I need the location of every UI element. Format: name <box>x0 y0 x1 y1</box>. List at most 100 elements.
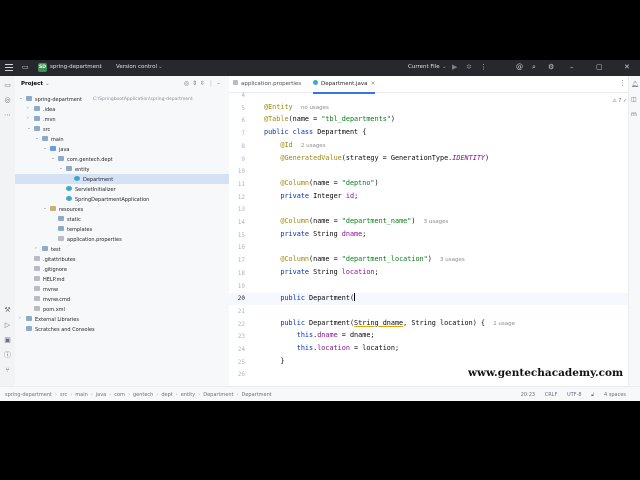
chevron-down-icon[interactable]: ⌄ <box>19 96 23 101</box>
git-icon[interactable]: ⑂ <box>3 366 12 375</box>
notifications-icon[interactable]: 🔔︎ <box>631 81 639 88</box>
code-line[interactable]: private Integer id; <box>264 192 358 204</box>
tree-item[interactable]: › .mvn <box>15 114 229 124</box>
breadcrumb-item[interactable]: com <box>114 392 125 398</box>
code-line[interactable]: private String dname; <box>264 230 366 242</box>
code-line[interactable]: } <box>264 357 284 369</box>
breadcrumb-item[interactable]: src <box>60 392 67 398</box>
chevron-down-icon[interactable]: ⌄ <box>27 126 31 131</box>
folder-icon[interactable]: ▭ <box>3 81 12 90</box>
more-icon[interactable]: ⋮ <box>208 80 217 87</box>
chevron-right-icon[interactable]: › <box>35 246 37 251</box>
chevron-right-icon[interactable]: › <box>27 106 29 111</box>
tree-item[interactable]: templates <box>15 224 229 234</box>
tree-item[interactable]: .gitignore <box>15 264 229 274</box>
project-panel-title[interactable]: Project ⌄ <box>21 81 50 87</box>
file-encoding[interactable]: UTF-8 <box>567 392 582 398</box>
debug-icon[interactable]: ✲ <box>466 63 472 71</box>
more-tabs-icon[interactable]: ⋮ <box>619 79 626 87</box>
tree-item[interactable]: application.properties <box>15 234 229 244</box>
tree-item[interactable]: ServletInitializer <box>15 184 229 194</box>
search-icon[interactable]: ⌕ <box>532 63 536 72</box>
chevron-down-icon[interactable]: ⌄ <box>43 206 47 211</box>
tree-item[interactable]: pom.xml <box>15 304 229 314</box>
more-actions-icon[interactable]: ⋮ <box>480 63 487 71</box>
run-icon[interactable]: ▷ <box>3 321 12 330</box>
tree-item[interactable]: Scratches and Consoles <box>15 324 229 334</box>
breadcrumb-item[interactable]: dept <box>161 392 172 398</box>
code-line[interactable]: @Column(name = "department_name") 3 usag… <box>264 217 448 229</box>
tree-item[interactable]: .gitattributes <box>15 254 229 264</box>
tree-item[interactable]: ⌄ src <box>15 124 229 134</box>
expand-icon[interactable]: ⇕ <box>192 80 200 87</box>
tree-item[interactable]: ⌄ com.gentech.dept <box>15 154 229 164</box>
chevron-down-icon[interactable]: ⌄ <box>59 166 63 171</box>
breadcrumb-item[interactable]: gentech <box>133 392 153 398</box>
breadcrumb-item[interactable]: spring-department <box>5 392 52 398</box>
maximize-icon[interactable]: ▢ <box>596 63 603 71</box>
tree-item[interactable]: Department <box>15 174 229 184</box>
tab-department-java[interactable]: Department.java ✕ <box>313 76 376 94</box>
tree-item[interactable]: ⌄ java <box>15 144 229 154</box>
code-line[interactable]: this.dname = dname; <box>264 331 375 343</box>
close-tab-icon[interactable]: ✕ <box>371 81 376 87</box>
code-line[interactable]: @Column(name = "department_location") 3 … <box>264 255 464 267</box>
code-line[interactable]: private String location; <box>264 268 378 280</box>
tree-item[interactable]: ⌄ entity <box>15 164 229 174</box>
indent-setting[interactable]: 4 spaces <box>604 392 626 398</box>
breadcrumb-item[interactable]: java <box>96 392 106 398</box>
breadcrumb-item[interactable]: Department <box>203 392 233 398</box>
project-badge[interactable]: SD <box>38 63 47 72</box>
tree-item[interactable]: ⌄ main <box>15 134 229 144</box>
problems-icon[interactable]: ⓘ <box>3 351 12 360</box>
code-line[interactable]: @GeneratedValue(strategy = GenerationTyp… <box>264 154 489 166</box>
tree-item[interactable]: ⌄ spring-department C:\SpringbootApplicati… <box>15 94 229 104</box>
maven-icon[interactable]: m <box>631 111 637 118</box>
project-view-icon[interactable]: ▭ <box>22 63 29 71</box>
code-line[interactable]: public class Department { <box>264 128 366 140</box>
tree-item[interactable]: › test <box>15 244 229 254</box>
tree-item[interactable]: HELP.md <box>15 274 229 284</box>
tree-item[interactable]: SpringDepartmentApplication <box>15 194 229 204</box>
version-control-dropdown[interactable]: Version control <box>116 64 157 70</box>
terminal-icon[interactable]: ▣ <box>3 336 12 345</box>
commit-icon[interactable]: ◎ <box>3 96 12 105</box>
breadcrumb-item[interactable]: main <box>75 392 88 398</box>
minimize-icon[interactable]: – <box>570 63 574 71</box>
chevron-down-icon[interactable]: ⌄ <box>51 156 55 161</box>
code-line[interactable]: @Entity no usages <box>264 103 329 115</box>
chevron-down-icon[interactable]: ⌄ <box>43 146 47 151</box>
chevron-down-icon[interactable]: ⌄ <box>35 136 39 141</box>
breadcrumb-item[interactable]: Department <box>241 392 271 398</box>
hide-icon[interactable]: – <box>217 80 223 87</box>
project-name-dropdown[interactable]: spring-department <box>50 64 102 70</box>
lock-icon[interactable]: 🔓︎ <box>591 392 594 398</box>
caret-position[interactable]: 20:23 <box>521 392 535 398</box>
chevron-right-icon[interactable]: › <box>27 116 29 121</box>
tree-item[interactable]: › External Libraries <box>15 314 229 324</box>
code-line[interactable]: @Id 2 usages <box>264 141 325 153</box>
database-icon[interactable]: ◫ <box>631 96 637 103</box>
code-line[interactable]: public Department(String dname, String l… <box>264 319 515 331</box>
code-with-me-icon[interactable]: @ <box>516 63 523 71</box>
run-config-dropdown[interactable]: Current File <box>408 64 440 70</box>
tree-item[interactable]: › .idea <box>15 104 229 114</box>
main-menu-icon[interactable] <box>5 64 13 72</box>
structure-icon[interactable]: ⋯ <box>3 111 12 120</box>
chevron-right-icon[interactable]: › <box>19 316 21 321</box>
locate-icon[interactable]: ◎ <box>184 80 192 87</box>
code-line[interactable]: this.location = location; <box>264 344 399 356</box>
code-line[interactable]: @Column(name = "deptno") <box>264 179 378 191</box>
run-icon[interactable]: ▶ <box>452 63 457 71</box>
tree-item[interactable]: ⌄ resources <box>15 204 229 214</box>
settings-icon[interactable]: ⚙ <box>548 63 554 71</box>
code-line[interactable]: @Table(name = "tbl_departments") <box>264 115 395 127</box>
close-icon[interactable]: ✕ <box>624 63 630 71</box>
code-area[interactable]: @Entity no usages @Table(name = "tbl_depa… <box>264 94 634 386</box>
tab-application-properties[interactable]: application.properties <box>233 76 301 92</box>
tree-item[interactable]: mvnw.cmd <box>15 294 229 304</box>
code-line[interactable]: public Department( <box>264 293 356 305</box>
tree-item[interactable]: static <box>15 214 229 224</box>
tree-item[interactable]: mvnw <box>15 284 229 294</box>
collapse-icon[interactable]: ⇳ <box>200 80 208 87</box>
